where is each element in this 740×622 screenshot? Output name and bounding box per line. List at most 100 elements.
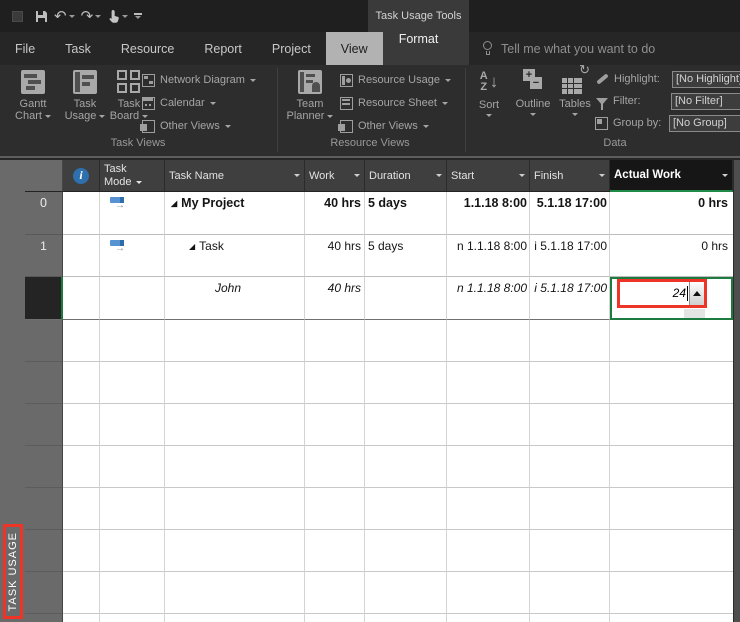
empty-cell[interactable] <box>447 404 530 446</box>
empty-cell[interactable] <box>305 488 365 530</box>
expand-triangle-icon[interactable]: ◢ <box>189 242 195 251</box>
tab-report[interactable]: Report <box>189 32 257 65</box>
start-cell[interactable]: 1.1.18 8:00 <box>447 192 530 235</box>
network-diagram-button[interactable]: Network Diagram <box>142 72 256 88</box>
resource-sheet-button[interactable]: Resource Sheet <box>340 95 448 111</box>
column-header-work[interactable]: Work <box>305 160 365 192</box>
tables-button[interactable]: ↻ Tables <box>553 63 597 116</box>
filter-combobox[interactable]: [No Filter] <box>671 92 740 110</box>
column-header-actual-work[interactable]: Actual Work <box>610 160 733 192</box>
empty-cell[interactable] <box>447 320 530 362</box>
empty-cell[interactable] <box>165 446 305 488</box>
task-name-cell[interactable]: ◢ My Project <box>165 192 305 235</box>
empty-cell[interactable] <box>365 446 447 488</box>
row-header[interactable]: 0 <box>25 192 63 235</box>
touch-mouse-mode-button[interactable] <box>107 9 129 23</box>
spinner-up-button[interactable] <box>689 282 704 305</box>
task-name-cell[interactable]: John <box>165 277 305 320</box>
empty-cell[interactable] <box>305 320 365 362</box>
empty-cell[interactable] <box>63 488 100 530</box>
empty-cell[interactable] <box>305 446 365 488</box>
sort-button[interactable]: A Z ↓ Sort <box>468 68 510 117</box>
empty-cell[interactable] <box>447 488 530 530</box>
empty-cell[interactable] <box>530 488 610 530</box>
other-views-button[interactable]: Other Views <box>140 118 231 134</box>
row-header[interactable] <box>25 362 63 404</box>
finish-cell[interactable]: i 5.1.18 17:00 <box>530 235 610 277</box>
empty-cell[interactable] <box>447 446 530 488</box>
empty-cell[interactable] <box>63 530 100 572</box>
empty-cell[interactable] <box>63 614 100 622</box>
empty-cell[interactable] <box>365 488 447 530</box>
chevron-down-icon[interactable] <box>122 14 129 18</box>
highlight-combobox[interactable]: [No Highlight] <box>672 70 740 88</box>
row-header[interactable] <box>25 446 63 488</box>
calendar-button[interactable]: Calendar <box>142 95 216 111</box>
work-cell[interactable]: 40 hrs <box>305 235 365 277</box>
sort-arrow-icon[interactable] <box>354 174 360 177</box>
sort-arrow-icon[interactable] <box>294 174 300 177</box>
team-planner-button[interactable]: Team Planner <box>283 68 337 122</box>
indicator-cell[interactable] <box>63 235 100 277</box>
sort-arrow-icon[interactable] <box>519 174 525 177</box>
customize-qat-button[interactable] <box>134 13 143 19</box>
gantt-chart-button[interactable]: Gantt Chart <box>6 68 60 122</box>
task-mode-cell[interactable] <box>100 277 165 320</box>
select-all-corner[interactable] <box>25 160 63 192</box>
work-cell[interactable]: 40 hrs <box>305 277 365 320</box>
task-name-cell[interactable]: ◢ Task <box>165 235 305 277</box>
duration-cell[interactable]: 5 days <box>365 192 447 235</box>
finish-cell[interactable]: i 5.1.18 17:00 <box>530 277 610 320</box>
empty-cell[interactable] <box>63 404 100 446</box>
expand-triangle-icon[interactable]: ◢ <box>171 199 177 208</box>
empty-cell[interactable] <box>100 362 165 404</box>
actual-work-cell[interactable]: 0 hrs <box>610 192 733 235</box>
column-header-task-mode[interactable]: Task Mode <box>100 160 165 192</box>
empty-cell[interactable] <box>100 572 165 614</box>
actual-work-cell[interactable]: 0 hrs <box>610 235 733 277</box>
empty-cell[interactable] <box>530 320 610 362</box>
empty-cell[interactable] <box>447 572 530 614</box>
task-mode-cell[interactable]: → <box>100 192 165 235</box>
empty-cell[interactable] <box>530 572 610 614</box>
empty-cell[interactable] <box>610 320 733 362</box>
actual-work-edit-cell[interactable]: 24 <box>610 277 733 320</box>
empty-cell[interactable] <box>100 488 165 530</box>
empty-cell[interactable] <box>530 530 610 572</box>
empty-cell[interactable] <box>165 404 305 446</box>
start-cell[interactable]: n 1.1.18 8:00 <box>447 277 530 320</box>
empty-cell[interactable] <box>100 404 165 446</box>
empty-cell[interactable] <box>63 446 100 488</box>
empty-cell[interactable] <box>610 446 733 488</box>
empty-cell[interactable] <box>365 572 447 614</box>
finish-cell[interactable]: 5.1.18 17:00 <box>530 192 610 235</box>
tab-project[interactable]: Project <box>257 32 326 65</box>
start-cell[interactable]: n 1.1.18 8:00 <box>447 235 530 277</box>
empty-cell[interactable] <box>530 404 610 446</box>
row-header[interactable] <box>25 488 63 530</box>
empty-cell[interactable] <box>165 530 305 572</box>
sort-arrow-icon[interactable] <box>722 173 728 177</box>
group-by-combobox[interactable]: [No Group] <box>669 114 740 132</box>
empty-cell[interactable] <box>100 446 165 488</box>
resource-usage-button[interactable]: Resource Usage <box>340 72 451 88</box>
empty-cell[interactable] <box>165 362 305 404</box>
chevron-down-icon[interactable] <box>95 14 102 18</box>
column-header-indicators[interactable]: i <box>63 160 100 192</box>
column-header-finish[interactable]: Finish <box>530 160 610 192</box>
empty-cell[interactable] <box>530 614 610 622</box>
column-header-task-name[interactable]: Task Name <box>165 160 305 192</box>
sort-arrow-icon[interactable] <box>599 174 605 177</box>
sort-arrow-icon[interactable] <box>135 180 142 184</box>
row-header[interactable]: 1 <box>25 235 63 277</box>
work-cell[interactable]: 40 hrs <box>305 192 365 235</box>
empty-cell[interactable] <box>610 530 733 572</box>
empty-cell[interactable] <box>63 572 100 614</box>
redo-button[interactable]: ↷ <box>81 9 102 24</box>
empty-cell[interactable] <box>305 572 365 614</box>
empty-cell[interactable] <box>610 362 733 404</box>
tab-task[interactable]: Task <box>50 32 106 65</box>
empty-cell[interactable] <box>365 320 447 362</box>
row-header[interactable] <box>25 614 63 622</box>
actual-work-input[interactable]: 24 <box>620 282 687 305</box>
